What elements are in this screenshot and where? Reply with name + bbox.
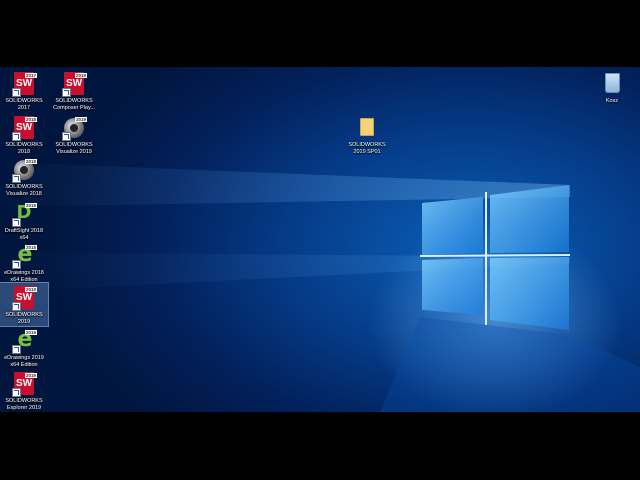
desktop-icon-draftsight-2018[interactable]: D 2018 DraftSight 2018 x64 [0, 199, 48, 242]
icon-label: SOLIDWORKS 2018 [5, 142, 43, 155]
icon-label: DraftSight 2018 x64 [4, 228, 44, 241]
icon-label: eDrawings 2018 x64 Edition [4, 270, 44, 283]
window-pane-top-right [490, 185, 569, 253]
solidworks-icon: SW 2018 [11, 115, 37, 141]
icon-label: SOLIDWORKS Explorer 2019 [5, 398, 43, 411]
desktop-icon-edrawings-2019[interactable]: e 2019 eDrawings 2019 x64 Edition [0, 326, 48, 369]
icon-label: SOLIDWORKS Visualize 2019 [55, 142, 93, 155]
icon-label: SOLIDWORKS 2019 [5, 312, 43, 325]
desktop-icon-solidworks-2017[interactable]: SW 2017 SOLIDWORKS 2017 [0, 69, 48, 112]
visualize-icon: 2018 [11, 157, 37, 183]
desktop-icon-solidworks-2019[interactable]: SW 2019 SOLIDWORKS 2019 [0, 282, 49, 327]
desktop-icon-solidworks-explorer-2019[interactable]: SW 2019 SOLIDWORKS Explorer 2019 [0, 369, 48, 412]
icon-label: SOLIDWORKS 2019 SP01 [348, 142, 386, 155]
window-pane-top-left [422, 197, 483, 255]
desktop-icon-edrawings-2018[interactable]: e 2018 eDrawings 2018 x64 Edition [0, 241, 48, 284]
edrawings-icon: e 2019 [11, 328, 37, 354]
icon-label: eDrawings 2019 x64 Edition [4, 355, 44, 368]
folder-icon [354, 115, 380, 141]
desktop-icon-solidworks-visualize-2019[interactable]: 2019 SOLIDWORKS Visualize 2019 [50, 113, 98, 156]
recycle-bin-icon [599, 71, 625, 97]
solidworks-composer-icon: SW 2019 [61, 71, 87, 97]
visualize-icon: 2019 [61, 115, 87, 141]
solidworks-icon: SW 2019 [11, 285, 37, 311]
desktop-icon-solidworks-composer-player[interactable]: SW 2019 SOLIDWORKS Composer Play... [50, 69, 98, 112]
draftsight-icon: D 2018 [11, 201, 37, 227]
solidworks-icon: SW 2017 [11, 71, 37, 97]
desktop[interactable]: SW 2017 SOLIDWORKS 2017 SW 2018 SOLIDWORKS… [0, 67, 640, 412]
solidworks-icon: SW 2019 [11, 371, 37, 397]
window-pane-bottom-right [490, 257, 569, 330]
desktop-icon-folder-sw2019-sp01[interactable]: SOLIDWORKS 2019 SP01 [343, 113, 391, 156]
desktop-icon-recycle-bin[interactable]: Kosz [588, 69, 636, 105]
icon-label: SOLIDWORKS Composer Play... [53, 98, 95, 111]
icon-label: SOLIDWORKS 2017 [5, 98, 43, 111]
edrawings-icon: e 2018 [11, 243, 37, 269]
window-pane-bottom-left [422, 258, 483, 315]
icon-label: Kosz [605, 98, 619, 104]
desktop-icon-solidworks-2018[interactable]: SW 2018 SOLIDWORKS 2018 [0, 113, 48, 156]
desktop-icon-solidworks-visualize-2018[interactable]: 2018 SOLIDWORKS Visualize 2018 [0, 155, 48, 198]
icon-label: SOLIDWORKS Visualize 2018 [5, 184, 43, 197]
